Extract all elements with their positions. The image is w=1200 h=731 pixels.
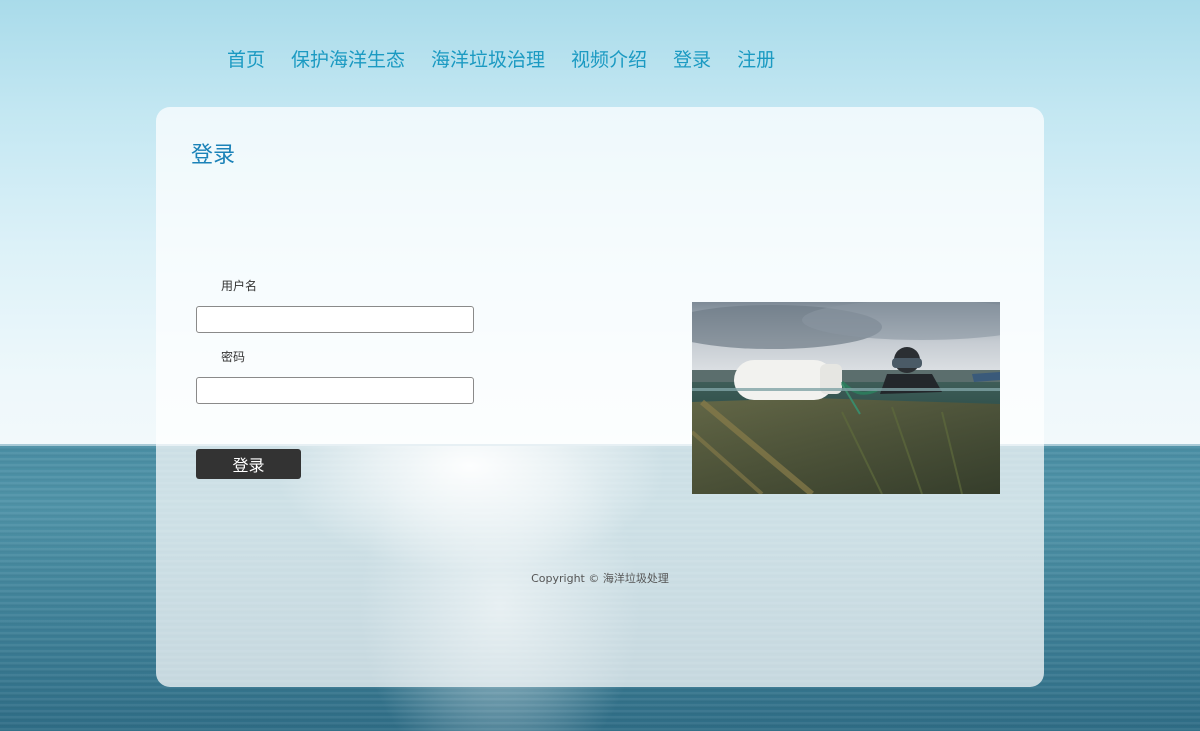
diver-cleanup-photo (692, 302, 1000, 494)
nav-item-register[interactable]: 注册 (737, 45, 775, 72)
nav-item-protect-ecology[interactable]: 保护海洋生态 (291, 45, 405, 72)
password-input[interactable] (196, 377, 474, 404)
nav-item-login[interactable]: 登录 (673, 45, 711, 72)
password-label: 密码 (221, 350, 246, 364)
username-label: 用户名 (221, 279, 258, 293)
diver-photo-illustration (692, 302, 1000, 494)
login-button[interactable]: 登录 (196, 449, 301, 479)
login-panel: 登录 用户名 密码 登录 Copyright © 海洋垃圾处理 (156, 107, 1044, 687)
nav-item-home[interactable]: 首页 (227, 45, 265, 72)
nav-item-video[interactable]: 视频介绍 (571, 45, 647, 72)
username-input[interactable] (196, 306, 474, 333)
page-title: 登录 (191, 143, 236, 168)
copyright-text: Copyright © 海洋垃圾处理 (531, 572, 669, 585)
top-navigation: 首页 保护海洋生态 海洋垃圾治理 视频介绍 登录 注册 (227, 42, 801, 74)
nav-item-garbage-treatment[interactable]: 海洋垃圾治理 (431, 45, 545, 72)
